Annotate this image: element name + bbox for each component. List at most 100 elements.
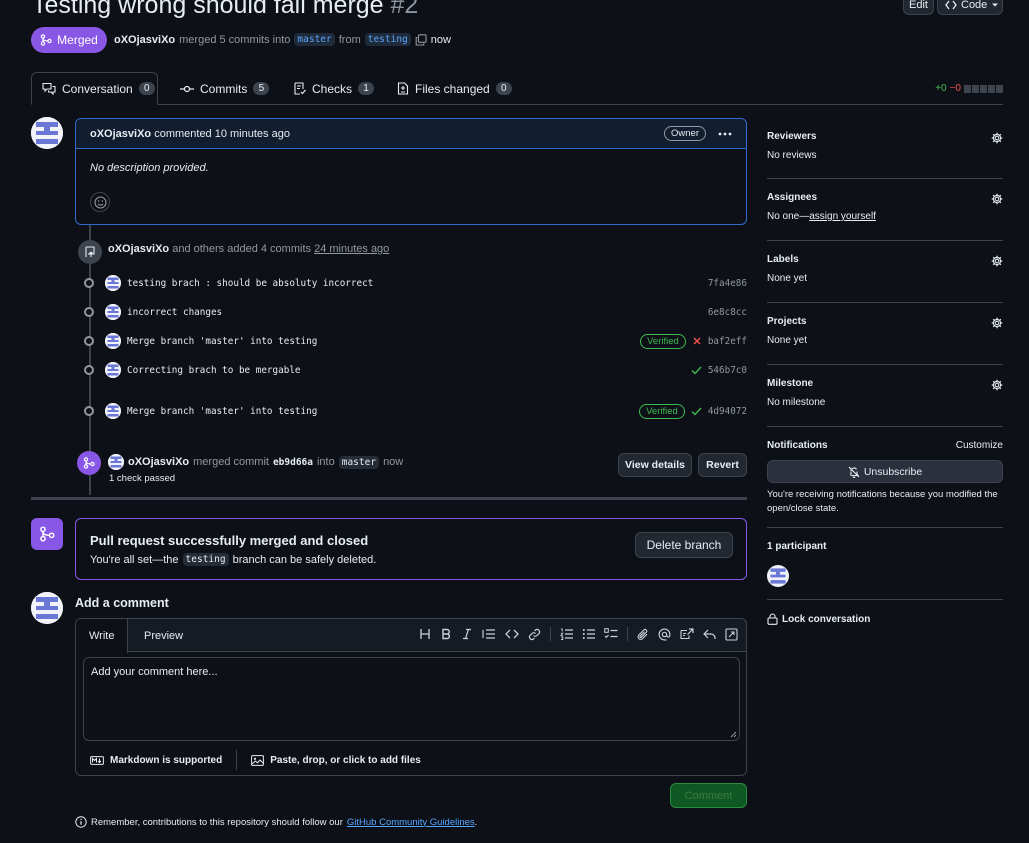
copy-icon[interactable] bbox=[415, 33, 427, 46]
avatar[interactable] bbox=[31, 117, 63, 149]
avatar[interactable] bbox=[31, 592, 63, 624]
unsubscribe-button[interactable]: Unsubscribe bbox=[767, 460, 1003, 483]
ordered-list-icon[interactable] bbox=[560, 628, 573, 640]
commit-sha[interactable]: 546b7c0 bbox=[708, 365, 747, 376]
avatar[interactable] bbox=[108, 454, 124, 470]
gear-icon[interactable] bbox=[991, 379, 1003, 391]
markdown-toolbar bbox=[419, 627, 738, 641]
customize-link[interactable]: Customize bbox=[956, 440, 1003, 451]
gear-icon[interactable] bbox=[991, 132, 1003, 144]
heading-icon[interactable] bbox=[419, 628, 431, 640]
verified-badge[interactable]: Verified bbox=[639, 403, 685, 419]
commit-message[interactable]: incorrect changes bbox=[127, 307, 222, 318]
attach-files-link[interactable]: Paste, drop, or click to add files bbox=[270, 755, 421, 766]
commit-row[interactable]: Merge branch 'master' into testing Verif… bbox=[84, 332, 747, 350]
merge-event-text: merged commit bbox=[193, 456, 269, 468]
fullscreen-icon[interactable] bbox=[725, 627, 738, 641]
commit-dot-icon bbox=[84, 365, 94, 375]
mention-icon[interactable] bbox=[658, 628, 671, 641]
merged-status-title: Pull request successfully merged and clo… bbox=[90, 533, 369, 548]
commit-sha[interactable]: 6e8c8cc bbox=[708, 307, 747, 318]
unordered-list-icon[interactable] bbox=[582, 628, 595, 640]
commit-message[interactable]: Merge branch 'master' into testing bbox=[127, 406, 317, 417]
git-merge-icon bbox=[40, 34, 52, 46]
commits-event-author[interactable]: oXOjasviXo bbox=[108, 243, 169, 255]
commit-row[interactable]: incorrect changes 6e8c8cc bbox=[84, 303, 747, 321]
commit-sha[interactable]: baf2eff bbox=[708, 336, 747, 347]
code-button[interactable]: Code bbox=[937, 0, 1003, 15]
lock-conversation-link[interactable]: Lock conversation bbox=[767, 613, 870, 625]
merged-branch[interactable]: testing bbox=[182, 553, 229, 566]
markdown-icon bbox=[90, 755, 104, 765]
commit-sha[interactable]: 4d94072 bbox=[708, 406, 747, 417]
tab-preview[interactable]: Preview bbox=[131, 619, 196, 652]
commit-sha[interactable]: 7fa4e86 bbox=[708, 278, 747, 289]
verified-badge[interactable]: Verified bbox=[640, 333, 686, 349]
avatar[interactable] bbox=[105, 403, 121, 419]
merge-target-branch[interactable]: master bbox=[338, 455, 380, 469]
add-reaction-button[interactable] bbox=[90, 192, 110, 212]
commit-row[interactable]: testing brach : should be absoluty incor… bbox=[84, 274, 747, 292]
sidebar-assignees-title[interactable]: Assignees bbox=[767, 192, 1003, 203]
sidebar-labels-title[interactable]: Labels bbox=[767, 254, 1003, 265]
merge-event-author[interactable]: oXOjasviXo bbox=[128, 456, 189, 468]
x-icon[interactable] bbox=[692, 336, 702, 346]
sidebar-milestone-title[interactable]: Milestone bbox=[767, 378, 1003, 389]
avatar[interactable] bbox=[105, 304, 121, 320]
comment-author[interactable]: oXOjasviXo bbox=[90, 128, 151, 140]
tab-checks[interactable]: Checks 1 bbox=[283, 72, 384, 105]
quote-icon[interactable] bbox=[482, 628, 496, 640]
checks-summary[interactable]: 1 check passed bbox=[109, 473, 175, 484]
italic-icon[interactable] bbox=[461, 628, 473, 640]
tab-write[interactable]: Write bbox=[76, 619, 129, 653]
avatar[interactable] bbox=[767, 565, 789, 587]
gear-icon[interactable] bbox=[991, 317, 1003, 329]
tasklist-icon[interactable] bbox=[604, 628, 618, 640]
commit-message[interactable]: Correcting brach to be mergable bbox=[127, 365, 301, 376]
check-icon[interactable] bbox=[691, 366, 702, 375]
comment-textarea[interactable]: Add your comment here... bbox=[83, 657, 740, 741]
resize-handle-icon[interactable] bbox=[730, 731, 737, 738]
assign-yourself-link[interactable]: assign yourself bbox=[809, 211, 876, 222]
tab-conversation[interactable]: Conversation 0 bbox=[31, 72, 158, 105]
delete-branch-button[interactable]: Delete branch bbox=[635, 532, 733, 558]
revert-button[interactable]: Revert bbox=[698, 453, 747, 477]
edit-button[interactable]: Edit bbox=[903, 0, 934, 15]
markdown-supported-link[interactable]: Markdown is supported bbox=[110, 755, 222, 766]
head-branch[interactable]: testing bbox=[364, 33, 411, 46]
sidebar-reviewers-title[interactable]: Reviewers bbox=[767, 131, 1003, 142]
view-details-button[interactable]: View details bbox=[618, 453, 692, 477]
diffstat-additions: +0 bbox=[935, 83, 947, 94]
link-icon[interactable] bbox=[528, 628, 541, 641]
notifications-reason: You're receiving notifications because y… bbox=[767, 489, 998, 514]
paperclip-icon[interactable] bbox=[637, 628, 649, 641]
avatar[interactable] bbox=[105, 275, 121, 291]
gear-icon[interactable] bbox=[991, 255, 1003, 267]
tab-files-changed[interactable]: Files changed 0 bbox=[387, 72, 522, 105]
tab-counter: 0 bbox=[138, 82, 155, 95]
cross-reference-icon[interactable] bbox=[680, 627, 694, 641]
commit-message[interactable]: testing brach : should be absoluty incor… bbox=[127, 278, 373, 289]
commits-event-time[interactable]: 24 minutes ago bbox=[314, 243, 389, 255]
bold-icon[interactable] bbox=[440, 628, 452, 640]
avatar[interactable] bbox=[105, 362, 121, 378]
kebab-horizontal-icon[interactable] bbox=[718, 132, 732, 136]
sidebar-reviewers: Reviewers No reviews bbox=[767, 131, 1003, 179]
code-icon[interactable] bbox=[505, 629, 519, 639]
community-guidelines-link[interactable]: GitHub Community Guidelines bbox=[347, 817, 475, 828]
commit-message[interactable]: Merge branch 'master' into testing bbox=[127, 336, 317, 347]
sidebar-projects-title[interactable]: Projects bbox=[767, 316, 1003, 327]
sidebar-participants-title: 1 participant bbox=[767, 541, 827, 552]
check-icon[interactable] bbox=[691, 407, 702, 416]
pr-author-link[interactable]: oXOjasviXo bbox=[114, 34, 175, 46]
gear-icon[interactable] bbox=[991, 193, 1003, 205]
tab-commits[interactable]: Commits 5 bbox=[170, 72, 279, 105]
commit-row[interactable]: Merge branch 'master' into testing Verif… bbox=[84, 402, 747, 420]
base-branch[interactable]: master bbox=[294, 33, 335, 46]
comment-submit-button[interactable]: Comment bbox=[670, 783, 747, 808]
merge-commit-sha[interactable]: eb9d66a bbox=[273, 457, 313, 468]
commit-row[interactable]: Correcting brach to be mergable 546b7c0 bbox=[84, 361, 747, 379]
pr-title-text: Testing wrong should fail merge bbox=[32, 0, 384, 19]
avatar[interactable] bbox=[105, 333, 121, 349]
reply-icon[interactable] bbox=[703, 629, 716, 640]
